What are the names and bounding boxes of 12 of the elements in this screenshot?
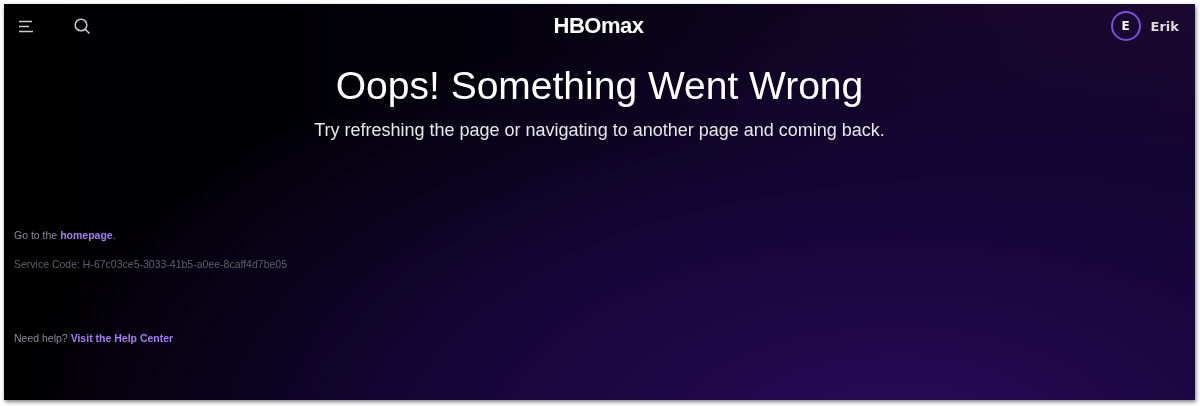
help-center-link[interactable]: Visit the Help Center bbox=[70, 332, 174, 344]
logo[interactable]: HBOmax bbox=[553, 13, 644, 39]
error-title: Oops! Something Went Wrong bbox=[335, 64, 864, 108]
homepage-sentence: Go to the homepage. bbox=[14, 229, 117, 241]
profile-avatar[interactable]: E bbox=[1110, 11, 1141, 41]
error-message: Try refreshing the page or navigating to another page and coming back. bbox=[314, 120, 885, 141]
search-icon[interactable] bbox=[74, 17, 91, 35]
menu-icon[interactable] bbox=[18, 19, 34, 33]
service-code: Service Code: H-67c03ce5-3033-41b5-a0ee-8caff4d7be05 bbox=[14, 258, 288, 270]
profile-name[interactable]: Erik bbox=[1150, 18, 1179, 34]
homepage-link[interactable]: homepage bbox=[60, 229, 113, 241]
help-prompt: Need help? bbox=[14, 332, 68, 344]
